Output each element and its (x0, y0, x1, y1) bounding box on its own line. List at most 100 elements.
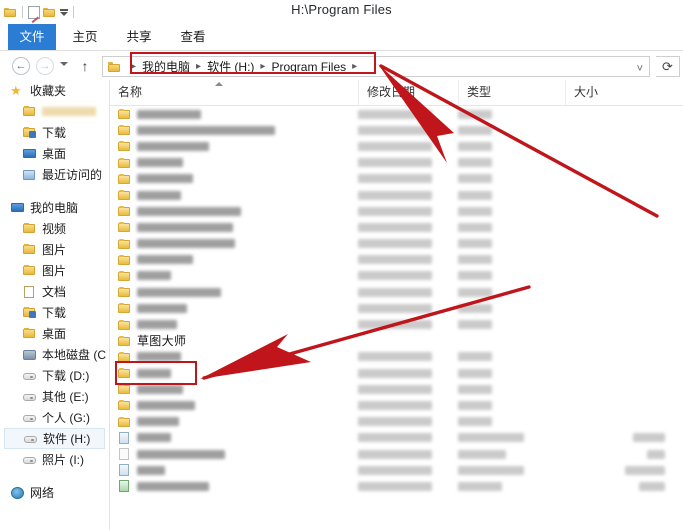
pictures-icon (22, 243, 37, 257)
sidebar-item-drive-e[interactable]: 其他 (E:) (0, 386, 109, 407)
up-button[interactable]: ↑ (78, 58, 92, 74)
recent-locations-icon[interactable] (60, 62, 68, 66)
file-name-cell (118, 300, 187, 316)
table-row[interactable] (110, 381, 683, 397)
breadcrumb-item-2[interactable]: Program Files (269, 60, 348, 74)
column-header-date[interactable]: 修改日期 (358, 80, 458, 105)
tab-view[interactable]: 查看 (172, 24, 214, 50)
file-date-cell (358, 446, 432, 462)
table-row[interactable] (110, 203, 683, 219)
address-breadcrumb[interactable]: ▸ 我的电脑 ▸ 软件 (H:) ▸ Program Files ▸ ˅ (102, 56, 650, 77)
sidebar-group-network[interactable]: 网络 (0, 482, 109, 503)
file-date-cell (358, 187, 432, 203)
file-type-redacted (458, 239, 492, 249)
table-row[interactable] (110, 268, 683, 284)
sidebar-group-favorites[interactable]: ★ 收藏夹 (0, 80, 109, 101)
table-row[interactable] (110, 106, 683, 122)
table-row[interactable] (110, 155, 683, 171)
chevron-down-icon[interactable]: ˅ (637, 63, 643, 75)
sidebar-item-drive-i[interactable]: 照片 (I:) (0, 449, 109, 470)
file-size-cell (565, 430, 665, 446)
table-row[interactable] (110, 219, 683, 235)
file-date-redacted (358, 384, 432, 394)
sidebar-item-drive-g[interactable]: 个人 (G:) (0, 407, 109, 428)
sidebar-group-computer[interactable]: 我的电脑 (0, 197, 109, 218)
refresh-button[interactable]: ⟳ (656, 56, 680, 77)
breadcrumb-item-1[interactable]: 软件 (H:) (205, 58, 256, 75)
file-name-redacted (137, 384, 183, 394)
table-row[interactable] (110, 446, 683, 462)
tab-home[interactable]: 主页 (64, 24, 106, 50)
table-row[interactable] (110, 316, 683, 332)
back-button[interactable]: ← (12, 57, 30, 75)
table-row[interactable] (110, 252, 683, 268)
sidebar-item-downloads[interactable]: 下载 (0, 302, 109, 323)
recent-places-icon (22, 168, 37, 182)
file-date-redacted (358, 190, 432, 200)
file-type-redacted (458, 481, 502, 491)
folder-icon (118, 416, 131, 428)
sidebar-item-desktop[interactable]: 桌面 (0, 323, 109, 344)
table-row[interactable] (110, 284, 683, 300)
table-row[interactable] (110, 187, 683, 203)
column-header-name[interactable]: 名称 (110, 80, 358, 105)
sidebar-item-label: 视频 (42, 222, 67, 236)
file-type-cell (458, 122, 492, 138)
file-name-cell (118, 365, 171, 381)
sidebar-item-documents[interactable]: 文档 (0, 281, 109, 302)
file-date-cell (358, 219, 432, 235)
file-date-cell (358, 122, 432, 138)
folder-icon (22, 105, 37, 119)
file-type-redacted (458, 174, 492, 184)
folder-icon (118, 383, 131, 395)
table-row[interactable] (110, 349, 683, 365)
forward-button[interactable]: → (36, 57, 54, 75)
sidebar-item-favorite-redacted[interactable] (0, 101, 109, 122)
file-date-redacted (358, 303, 432, 313)
file-name-cell (118, 268, 171, 284)
sidebar-item-pictures-1[interactable]: 图片 (0, 239, 109, 260)
sidebar-item-local-disk-c[interactable]: 本地磁盘 (C (0, 344, 109, 365)
table-row[interactable] (110, 300, 683, 316)
breadcrumb-item-0[interactable]: 我的电脑 (140, 58, 192, 75)
file-date-redacted (358, 449, 432, 459)
tab-file[interactable]: 文件 (8, 24, 56, 50)
table-row[interactable] (110, 462, 683, 478)
file-date-redacted (358, 271, 432, 281)
table-row[interactable] (110, 430, 683, 446)
table-row[interactable] (110, 397, 683, 413)
sidebar-item-pictures-2[interactable]: 图片 (0, 260, 109, 281)
folder-icon (118, 399, 131, 411)
table-row[interactable] (110, 171, 683, 187)
file-size-cell (565, 446, 665, 462)
table-row[interactable] (110, 122, 683, 138)
sidebar-item-label: 下载 (D:) (42, 369, 90, 383)
sidebar-item-videos[interactable]: 视频 (0, 218, 109, 239)
sidebar-item-drive-h[interactable]: 软件 (H:) (4, 428, 105, 449)
sidebar-item-recent-places[interactable]: 最近访问的 (0, 164, 109, 185)
sidebar-item-downloads-fav[interactable]: 下载 (0, 122, 109, 143)
table-row[interactable] (110, 414, 683, 430)
file-name-cell (118, 446, 225, 462)
file-date-cell (358, 381, 432, 397)
file-name-redacted (137, 449, 225, 459)
folder-icon (118, 319, 131, 331)
table-row[interactable] (110, 478, 683, 494)
sidebar-item-drive-d[interactable]: 下载 (D:) (0, 365, 109, 386)
table-row[interactable] (110, 236, 683, 252)
table-row[interactable] (110, 138, 683, 154)
table-row[interactable] (110, 365, 683, 381)
file-type-redacted (458, 271, 492, 281)
tab-share[interactable]: 共享 (118, 24, 160, 50)
file-name-redacted (137, 481, 209, 491)
file-name-redacted (137, 320, 177, 330)
column-header-row: 名称 修改日期 类型 大小 (110, 80, 683, 106)
file-date-cell (358, 203, 432, 219)
table-row[interactable]: 草图大师 (110, 333, 683, 349)
column-header-type[interactable]: 类型 (458, 80, 565, 105)
sidebar-item-desktop-fav[interactable]: 桌面 (0, 143, 109, 164)
file-type-cell (458, 155, 492, 171)
column-header-size[interactable]: 大小 (565, 80, 683, 105)
file-rows-container: 草图大师 (110, 106, 683, 495)
